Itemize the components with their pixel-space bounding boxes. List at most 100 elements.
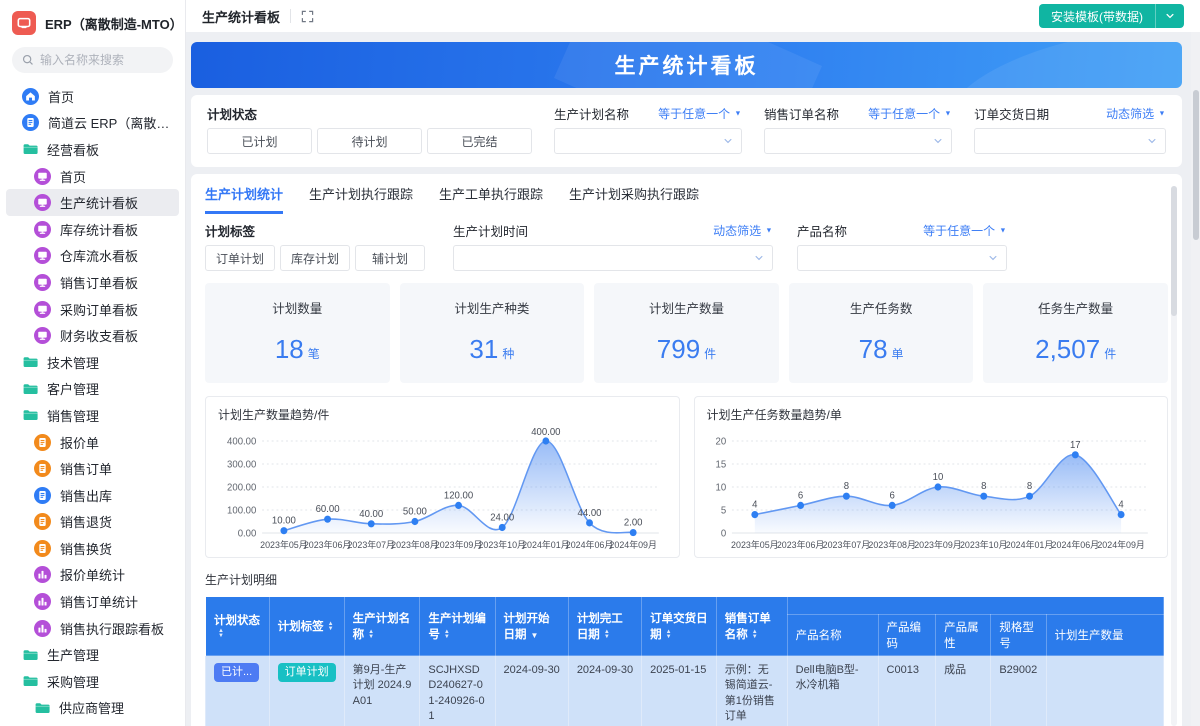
table-row[interactable]: 已计... 订单计划 第9月-生产计划 2024.9A01 SCJHXSDD24… [206, 656, 1164, 726]
scrollbar-thumb[interactable] [1193, 90, 1199, 240]
monitor-icon [34, 327, 51, 344]
sidebar-item[interactable]: 销售出库 [6, 482, 179, 509]
sidebar-item[interactable]: 技术管理 [6, 349, 179, 376]
svg-text:2024年06月: 2024年06月 [1051, 539, 1099, 550]
sidebar-item[interactable]: 采购申请 [6, 721, 179, 726]
sidebar-item[interactable]: 生产管理 [6, 641, 179, 668]
home-icon [22, 88, 39, 105]
svg-text:2023年09月: 2023年09月 [914, 539, 962, 550]
svg-text:200.00: 200.00 [227, 482, 257, 493]
sidebar-item[interactable]: 客户管理 [6, 376, 179, 403]
operator-link[interactable]: 等于任意一个▼ [658, 105, 742, 122]
plan-status-option[interactable]: 已完结 [427, 128, 532, 154]
sidebar-item[interactable]: 生产统计看板 [6, 189, 179, 216]
chevron-down-icon [723, 136, 733, 146]
sidebar-item[interactable]: 仓库流水看板 [6, 243, 179, 270]
sidebar-item[interactable]: 销售订单 [6, 455, 179, 482]
plan-tag-option[interactable]: 订单计划 [205, 245, 275, 271]
operator-link[interactable]: 等于任意一个▼ [868, 105, 952, 122]
plan-tag-option[interactable]: 库存计划 [280, 245, 350, 271]
folder-icon [34, 700, 50, 716]
sidebar-item[interactable]: 销售订单统计 [6, 588, 179, 615]
page-title: 生产统计看板 [202, 7, 280, 26]
sidebar-item[interactable]: 采购管理 [6, 668, 179, 695]
column-header[interactable]: 规格型号 [991, 615, 1046, 656]
operator-link[interactable]: 动态筛选▼ [1106, 105, 1166, 122]
svg-text:40.00: 40.00 [359, 509, 383, 520]
plan-time-select[interactable] [453, 245, 773, 271]
sidebar-item[interactable]: 库存统计看板 [6, 216, 179, 243]
chevron-down-icon [1147, 136, 1157, 146]
sidebar-item[interactable]: 首页 [6, 163, 179, 190]
sidebar-item[interactable]: 报价单统计 [6, 562, 179, 589]
sort-icon: ▲▼ [328, 622, 334, 631]
svg-text:50.00: 50.00 [403, 506, 427, 517]
column-header[interactable]: 产品属性 [936, 615, 991, 656]
caret-down-icon: ▼ [735, 109, 742, 117]
sidebar-item[interactable]: 简道云 ERP（离散制造-MTO）... [6, 110, 179, 137]
sidebar-item[interactable]: 销售执行跟踪看板 [6, 615, 179, 642]
sub-filter-row: 计划标签 订单计划库存计划辅计划 生产计划时间 动态筛选▼ 产品名称 等于任意一… [205, 222, 1168, 271]
svg-text:2023年10月: 2023年10月 [478, 539, 526, 550]
order-name-select[interactable] [764, 128, 952, 154]
sidebar-item[interactable]: 供应商管理 [6, 695, 179, 722]
sidebar-item[interactable]: 报价单 [6, 429, 179, 456]
operator-link[interactable]: 等于任意一个▼ [923, 222, 1007, 239]
operator-link[interactable]: 动态筛选▼ [713, 222, 773, 239]
plan-status-option[interactable]: 已计划 [207, 128, 312, 154]
sidebar-item[interactable]: 销售退货 [6, 509, 179, 536]
plan-name-select[interactable] [554, 128, 742, 154]
content-area: 生产统计看板 计划状态 已计划待计划已完结 生产计划名称 等于任意一个▼ 销售订… [186, 32, 1200, 726]
svg-text:20: 20 [715, 436, 726, 447]
filter-label: 订单交货日期 [974, 104, 1049, 123]
folder-icon [22, 381, 38, 397]
tab-生产计划执行跟踪[interactable]: 生产计划执行跟踪 [309, 184, 413, 214]
sort-icon: ▲▼ [752, 630, 758, 639]
dashboard-banner: 生产统计看板 [191, 42, 1182, 88]
chevron-down-icon[interactable] [1155, 4, 1184, 28]
plan-status-option[interactable]: 待计划 [317, 128, 422, 154]
product-name-select[interactable] [797, 245, 1007, 271]
delivery-date-select[interactable] [974, 128, 1166, 154]
tab-生产工单执行跟踪[interactable]: 生产工单执行跟踪 [439, 184, 543, 214]
sidebar-search[interactable] [12, 47, 173, 73]
sidebar-nav: 首页简道云 ERP（离散制造-MTO）...经营看板首页生产统计看板库存统计看板… [0, 83, 185, 726]
svg-text:2023年09月: 2023年09月 [435, 539, 483, 550]
column-header[interactable]: 订单交货日期▲▼ [642, 597, 717, 656]
sidebar-item[interactable]: 首页 [6, 83, 179, 110]
tab-生产计划采购执行跟踪[interactable]: 生产计划采购执行跟踪 [569, 184, 699, 214]
column-header[interactable]: 产品编码 [878, 615, 936, 656]
column-header[interactable]: 产品名称 [787, 615, 878, 656]
sidebar-item[interactable]: 经营看板 [6, 136, 179, 163]
sidebar-item[interactable]: 采购订单看板 [6, 296, 179, 323]
search-icon [22, 54, 34, 66]
column-header[interactable]: 计划完工日期▲▼ [568, 597, 641, 656]
panel-scrollbar[interactable] [1171, 186, 1177, 726]
column-header[interactable]: 生产计划编号▲▼ [420, 597, 495, 656]
workspace-title: ERP（离散制造-MTO） [45, 14, 183, 33]
monitor-icon [34, 194, 51, 211]
monitor-icon [34, 247, 51, 264]
column-header[interactable]: 生产计划名称▲▼ [344, 597, 420, 656]
stat-card: 计划生产种类 31种 [400, 283, 585, 383]
column-header[interactable]: 计划标签▲▼ [269, 597, 344, 656]
svg-text:2.00: 2.00 [624, 517, 643, 528]
filter-order-name: 销售订单名称 等于任意一个▼ [764, 105, 952, 154]
install-template-button[interactable]: 安装模板(带数据) [1039, 4, 1184, 28]
column-header[interactable]: 计划开始日期▼ [495, 597, 568, 656]
window-scrollbar[interactable] [1191, 32, 1200, 726]
fullscreen-icon[interactable] [301, 10, 314, 23]
sidebar-item[interactable]: 财务收支看板 [6, 322, 179, 349]
workspace-header[interactable]: ERP（离散制造-MTO） [0, 0, 185, 43]
monitor-icon [34, 168, 51, 185]
sidebar-item[interactable]: 销售订单看板 [6, 269, 179, 296]
doc-icon [34, 540, 51, 557]
plan-tag-option[interactable]: 辅计划 [355, 245, 425, 271]
column-header[interactable]: 计划生产数量 [1046, 615, 1163, 656]
column-header[interactable]: 销售订单名称▲▼ [716, 597, 787, 656]
tab-生产计划统计[interactable]: 生产计划统计 [205, 184, 283, 214]
sidebar-item[interactable]: 销售管理 [6, 402, 179, 429]
sidebar-item[interactable]: 销售换货 [6, 535, 179, 562]
search-input[interactable] [40, 53, 160, 67]
column-header[interactable]: 计划状态▲▼ [206, 597, 270, 656]
